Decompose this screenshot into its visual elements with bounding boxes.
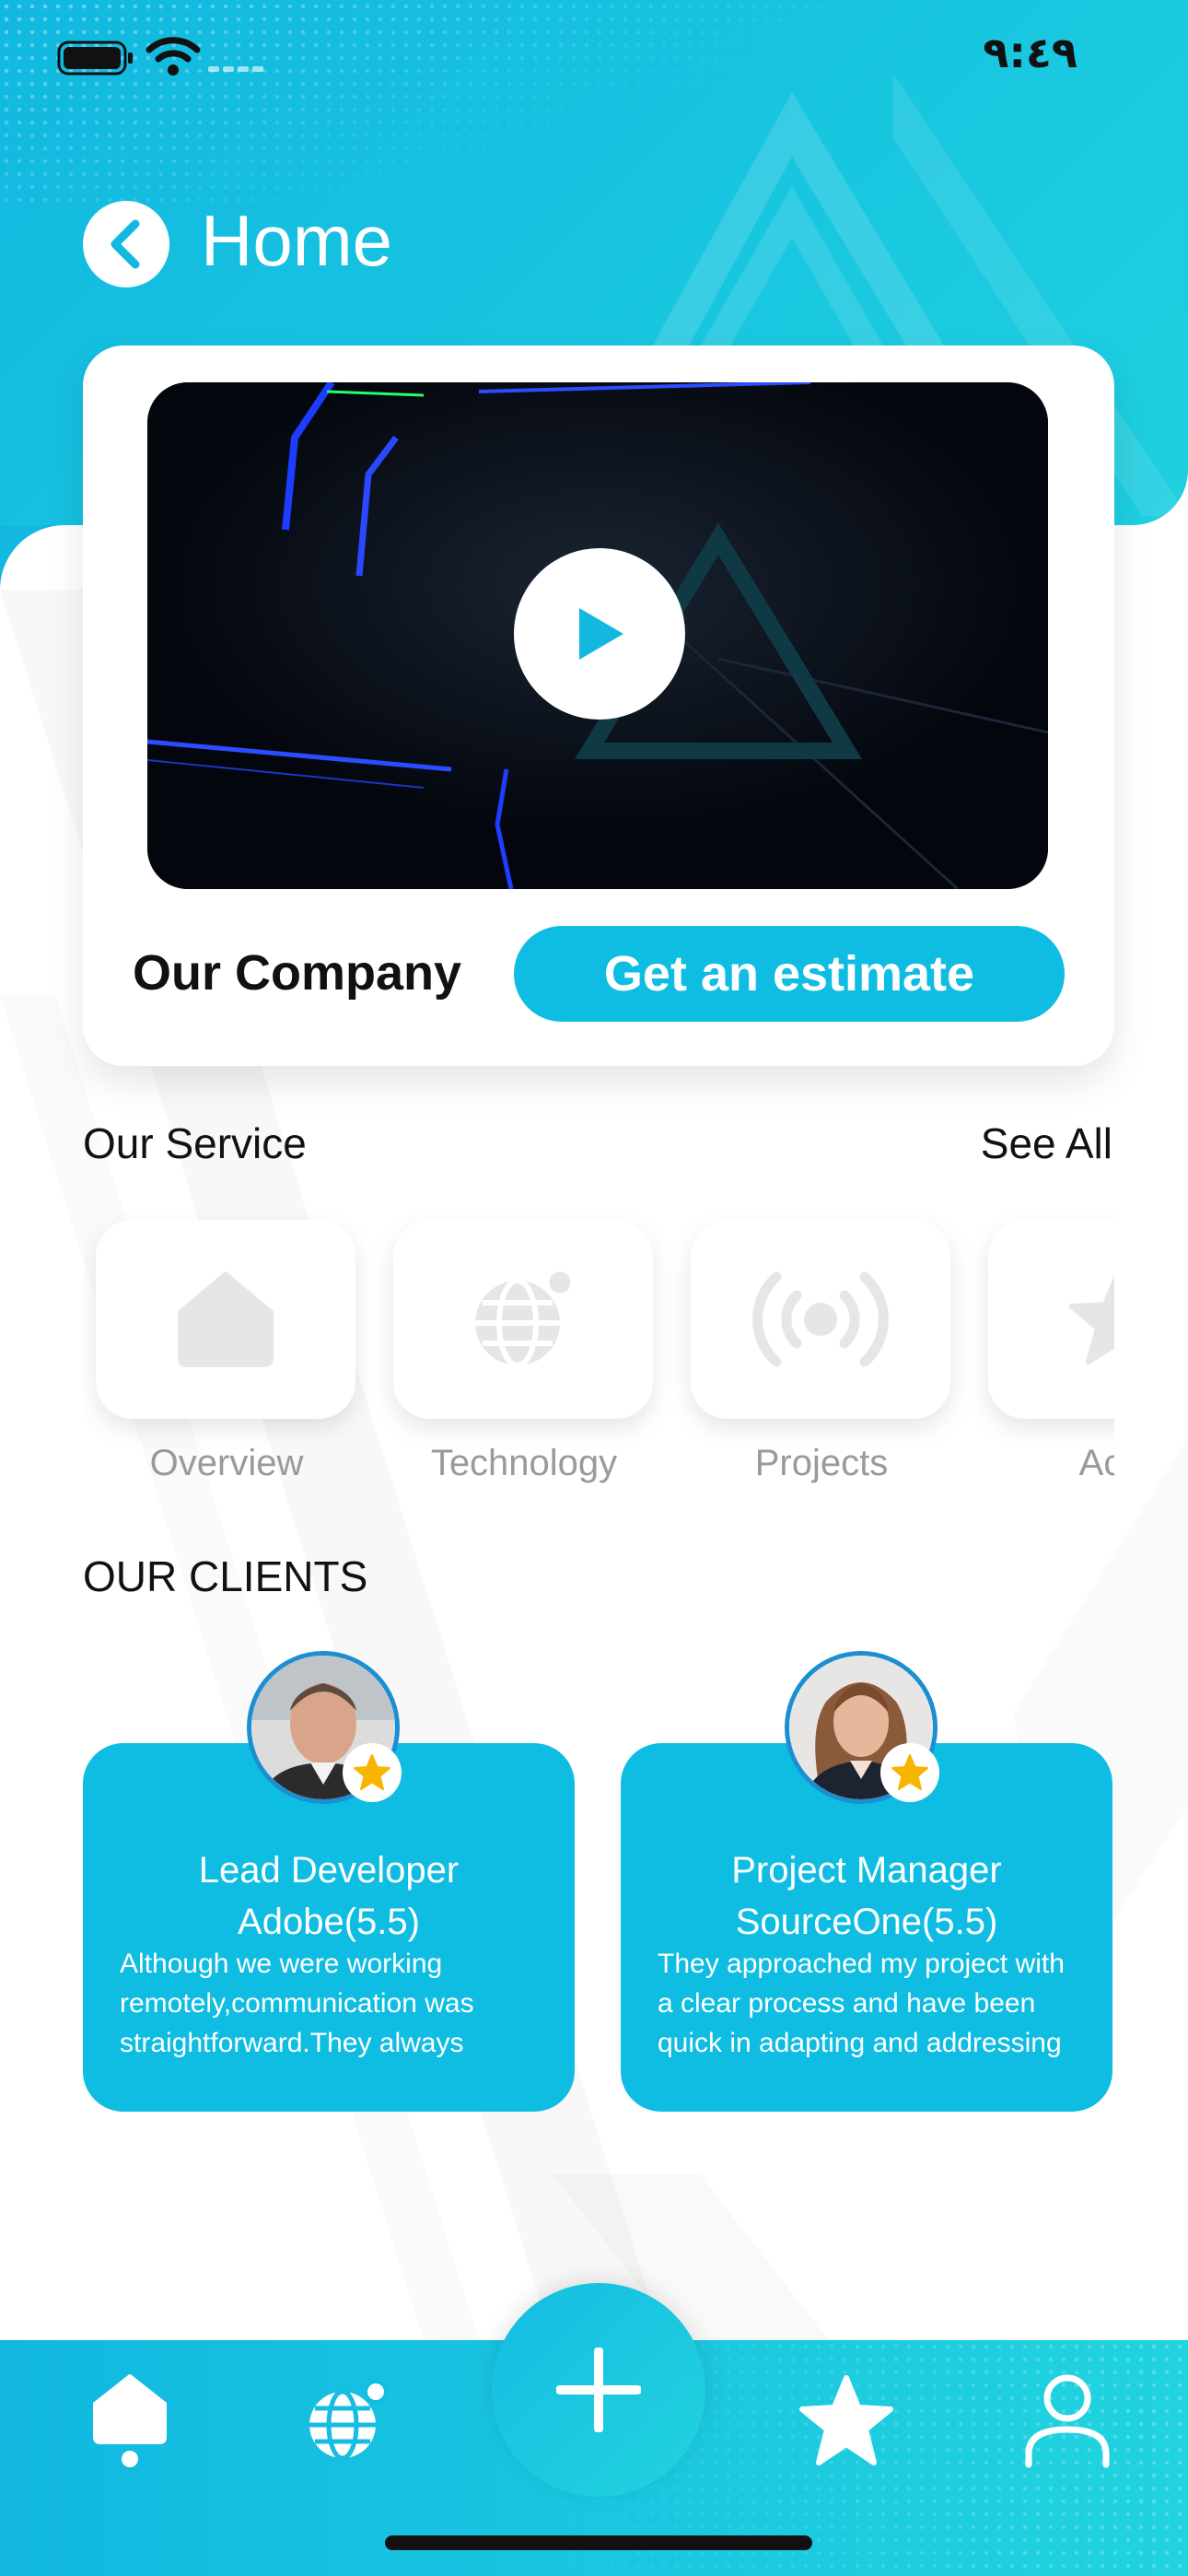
- service-label: Overview: [149, 1443, 304, 1483]
- client-testimonial: Although we were working remotely,commun…: [120, 1949, 474, 2058]
- star-icon: [891, 1754, 928, 1790]
- globe-icon: [309, 2380, 388, 2461]
- rating-badge: [343, 1743, 402, 1802]
- client-company: SourceOne(5.5): [735, 1902, 998, 1942]
- service-tile: [96, 1220, 355, 1419]
- client-card[interactable]: Project Manager SourceOne(5.5) They appr…: [621, 1651, 1112, 2112]
- play-button[interactable]: [514, 548, 685, 720]
- battery-icon: [57, 41, 133, 76]
- star-icon: [354, 1754, 390, 1790]
- services-carousel[interactable]: Overview Technology Projects Ac: [83, 1207, 1114, 1502]
- service-tile: [393, 1220, 653, 1419]
- clients-list: Lead Developer Adobe(5.5) Although we we…: [83, 1649, 1114, 2128]
- service-item-technology[interactable]: Technology: [393, 1220, 655, 1484]
- rating-badge: [880, 1743, 939, 1802]
- client-role: Lead Developer: [198, 1850, 460, 1891]
- client-name: Lead Developer Adobe(5.5): [83, 1844, 575, 1948]
- get-estimate-button[interactable]: Get an estimate: [514, 926, 1065, 1022]
- chevron-left-icon: [111, 219, 140, 269]
- services-title: Our Service: [83, 1119, 307, 1167]
- company-title: Our Company: [133, 945, 462, 1001]
- nav-home[interactable]: [79, 2370, 181, 2471]
- signal-icon: [208, 66, 263, 72]
- service-item-activities[interactable]: Activ: [988, 1220, 1114, 1484]
- service-label: Projects: [754, 1443, 889, 1483]
- service-item-overview[interactable]: Overview: [96, 1220, 357, 1484]
- nav-technology[interactable]: [297, 2370, 398, 2471]
- client-role: Project Manager: [731, 1850, 1002, 1891]
- broadcast-icon: [752, 1271, 889, 1367]
- back-button[interactable]: [83, 201, 169, 287]
- home-indicator: [385, 2535, 812, 2550]
- service-tile: [988, 1220, 1114, 1419]
- star-icon: [799, 2375, 893, 2465]
- globe-icon: [475, 1268, 575, 1368]
- company-video[interactable]: [147, 382, 1048, 889]
- status-bar: ٩:٤٩: [0, 0, 1188, 111]
- play-icon: [579, 608, 623, 660]
- client-testimonial: They approached my project with a clear …: [658, 1949, 1065, 2058]
- home-icon: [93, 2374, 167, 2467]
- service-label: Activ: [1078, 1443, 1114, 1483]
- clock: ٩:٤٩: [983, 28, 1077, 77]
- video-card: Our Company Get an estimate: [83, 345, 1114, 1066]
- service-tile: [691, 1220, 950, 1419]
- star-icon: [1069, 1274, 1114, 1364]
- nav-profile[interactable]: [1017, 2370, 1118, 2471]
- home-icon: [178, 1271, 274, 1367]
- nav-favorites[interactable]: [796, 2370, 897, 2471]
- wifi-icon: [146, 37, 201, 76]
- client-company: Adobe(5.5): [238, 1902, 420, 1942]
- clients-title: OUR CLIENTS: [83, 1552, 368, 1600]
- add-icon: [556, 2348, 641, 2432]
- client-name: Project Manager SourceOne(5.5): [621, 1844, 1112, 1948]
- client-card[interactable]: Lead Developer Adobe(5.5) Although we we…: [83, 1651, 575, 2112]
- user-icon: [1025, 2374, 1110, 2468]
- see-all-link[interactable]: See All: [981, 1118, 1112, 1168]
- add-button[interactable]: [492, 2283, 705, 2497]
- page-title: Home: [201, 200, 393, 281]
- service-item-projects[interactable]: Projects: [691, 1220, 952, 1484]
- service-label: Technology: [430, 1443, 618, 1483]
